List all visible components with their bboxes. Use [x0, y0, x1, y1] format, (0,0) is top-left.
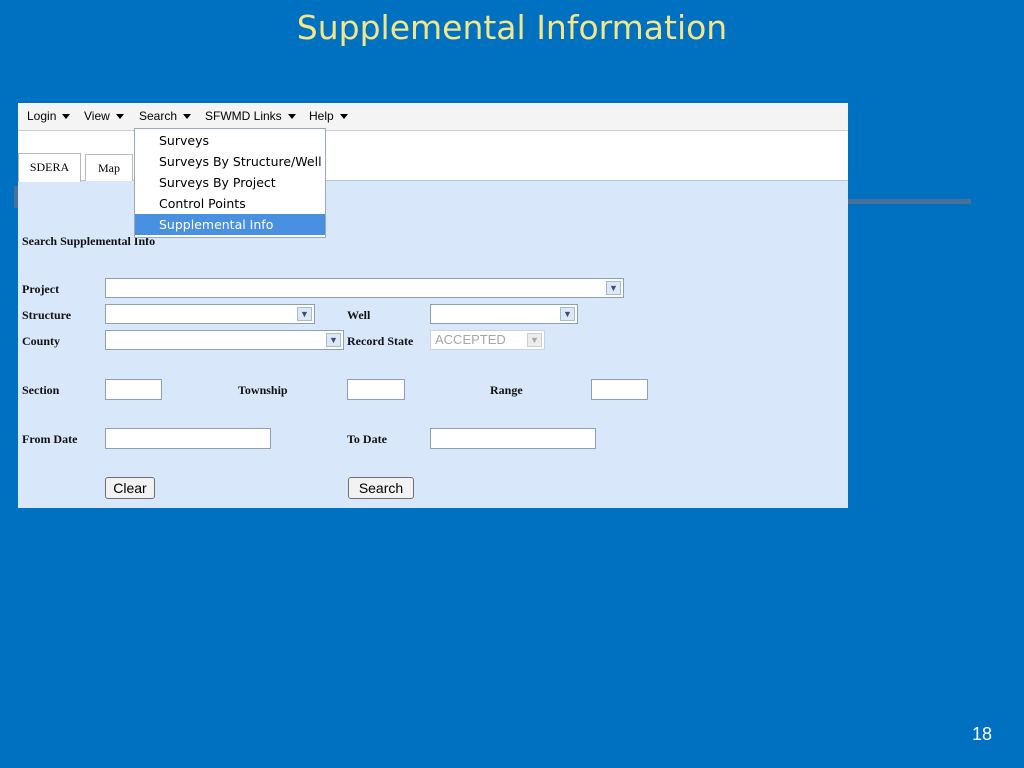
tab-sdera[interactable]: SDERA: [18, 153, 81, 182]
clear-button[interactable]: Clear: [105, 477, 155, 499]
project-select[interactable]: ▼: [105, 278, 624, 298]
menu-item-surveys-by-project[interactable]: Surveys By Project: [135, 172, 325, 193]
township-input[interactable]: [347, 379, 405, 400]
slide-title: Supplemental Information: [296, 8, 728, 47]
chevron-down-icon: [183, 114, 192, 120]
to-date-label: To Date: [347, 432, 387, 446]
record-state-label: Record State: [347, 334, 414, 348]
menu-item-supplemental-info[interactable]: Supplemental Info: [135, 214, 325, 235]
section-label: Section: [22, 383, 60, 397]
menu-help[interactable]: Help: [309, 109, 348, 123]
menu-help-label: Help: [309, 109, 334, 123]
menu-search-label: Search: [139, 109, 178, 123]
county-label: County: [22, 334, 61, 348]
section-input[interactable]: [105, 379, 162, 400]
chevron-down-icon[interactable]: ▼: [560, 307, 575, 321]
chevron-down-icon: [287, 114, 296, 120]
menu-bar: Login View Search SFWMD Links Help: [18, 103, 848, 131]
township-label: Township: [238, 383, 288, 397]
menu-view[interactable]: View: [84, 109, 124, 123]
range-input[interactable]: [591, 379, 648, 400]
slide-number: 18: [971, 724, 992, 744]
to-date-input[interactable]: [430, 428, 596, 449]
menu-item-control-points[interactable]: Control Points: [135, 193, 325, 214]
menu-item-surveys[interactable]: Surveys: [135, 130, 325, 151]
tab-map[interactable]: Map: [85, 154, 133, 181]
menu-login[interactable]: Login: [27, 109, 71, 123]
menu-item-surveys-by-structure-well[interactable]: Surveys By Structure/Well: [135, 151, 325, 172]
menu-login-label: Login: [27, 109, 57, 123]
chevron-down-icon[interactable]: ▼: [606, 281, 621, 295]
menu-view-label: View: [84, 109, 110, 123]
from-date-input[interactable]: [105, 428, 271, 449]
structure-label: Structure: [22, 308, 72, 322]
well-label: Well: [347, 308, 371, 322]
project-label: Project: [22, 282, 60, 296]
chevron-down-icon: [62, 114, 71, 120]
record-state-value: ACCEPTED: [435, 332, 506, 347]
chevron-down-icon: [339, 114, 348, 120]
menu-search[interactable]: Search: [139, 109, 192, 123]
menu-sfwmd-links[interactable]: SFWMD Links: [205, 109, 296, 123]
chevron-down-icon[interactable]: ▼: [297, 307, 312, 321]
structure-select[interactable]: ▼: [105, 304, 315, 324]
search-dropdown-menu: Surveys Surveys By Structure/Well Survey…: [134, 128, 326, 238]
from-date-label: From Date: [22, 432, 78, 446]
search-button[interactable]: Search: [348, 477, 414, 499]
well-select[interactable]: ▼: [430, 304, 578, 324]
chevron-down-icon: ▼: [527, 333, 542, 347]
menu-sfwmd-links-label: SFWMD Links: [205, 109, 282, 123]
decorative-bar: [848, 199, 971, 204]
chevron-down-icon: [115, 114, 124, 120]
record-state-select: ACCEPTED ▼: [430, 330, 545, 350]
chevron-down-icon[interactable]: ▼: [326, 333, 341, 347]
range-label: Range: [490, 383, 523, 397]
app-screenshot: Login View Search SFWMD Links Help SDERA…: [18, 103, 848, 508]
county-select[interactable]: ▼: [105, 330, 344, 350]
